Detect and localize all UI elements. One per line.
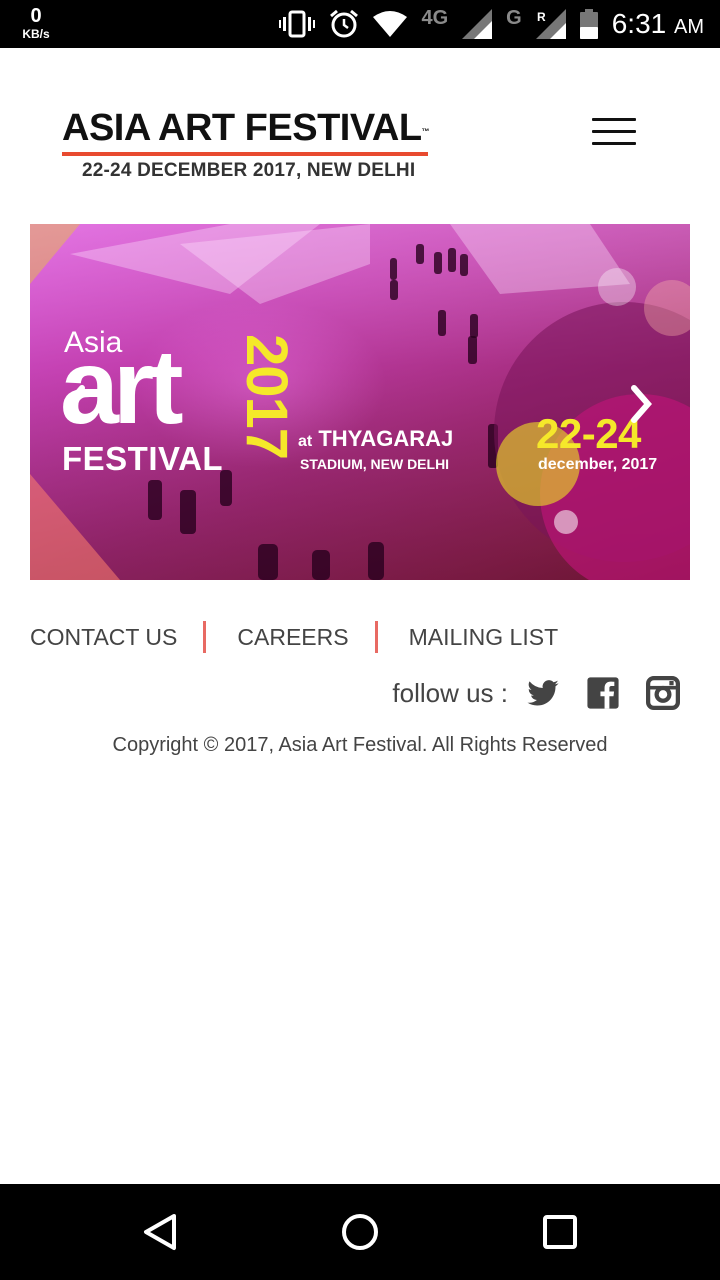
mailing-list-link[interactable]: MAILING LIST — [409, 624, 559, 651]
status-bar: 0 KB/s 4G G R 6:31 AM — [0, 0, 720, 48]
network-type-label: 4G — [421, 6, 449, 29]
battery-icon — [579, 9, 598, 39]
link-separator — [374, 621, 378, 653]
clock: 6:31 AM — [612, 8, 704, 40]
logo-title: ASIA ART FESTIVAL™ — [62, 108, 442, 148]
follow-us-label: follow us : — [392, 677, 508, 708]
data-rate-value: 0 — [30, 5, 42, 27]
data-rate-unit: KB/s — [22, 27, 50, 41]
banner-at: at — [298, 433, 313, 450]
banner-month-year: december, 2017 — [538, 456, 658, 473]
banner-venue: THYAGARAJ — [318, 426, 454, 451]
decor-triangle — [30, 224, 80, 284]
facebook-icon[interactable] — [586, 676, 620, 710]
menu-line — [592, 118, 636, 121]
banner-year: 2017 — [234, 334, 299, 460]
menu-line — [592, 142, 636, 145]
carousel-prev-icon[interactable] — [60, 384, 90, 424]
roaming-label: R — [537, 10, 546, 24]
recents-icon[interactable] — [536, 1208, 584, 1256]
carousel-next-icon[interactable] — [626, 384, 656, 424]
site-header: ASIA ART FESTIVAL™ 22-24 DECEMBER 2017, … — [0, 48, 720, 224]
logo-trademark: ™ — [421, 127, 430, 136]
home-icon[interactable] — [336, 1208, 384, 1256]
alarm-icon — [329, 9, 359, 39]
back-icon[interactable] — [136, 1208, 184, 1256]
vibrate-icon — [279, 10, 316, 38]
link-separator — [203, 621, 207, 653]
decor-triangle — [30, 474, 120, 580]
clock-time: 6:31 — [611, 8, 667, 39]
hero-banner[interactable]: Asia art FESTIVAL 2017 at THYAGARAJ STAD… — [30, 224, 690, 580]
wifi-icon — [373, 11, 408, 37]
signal-icon-1 — [462, 9, 493, 39]
data-rate-indicator: 0 KB/s — [18, 6, 54, 40]
copyright-text: Copyright © 2017, Asia Art Festival. All… — [112, 734, 608, 756]
follow-us: follow us : — [392, 672, 680, 714]
decor-dot — [554, 510, 578, 534]
contact-us-link[interactable]: CONTACT US — [30, 624, 177, 651]
menu-line — [592, 130, 636, 133]
twitter-icon[interactable] — [526, 676, 560, 710]
system-nav-bar — [0, 1184, 720, 1280]
logo-subtitle: 22-24 DECEMBER 2017, NEW DELHI — [82, 160, 416, 181]
menu-button[interactable] — [592, 118, 636, 148]
site-logo[interactable]: ASIA ART FESTIVAL™ 22-24 DECEMBER 2017, … — [62, 108, 442, 182]
banner-venue-location: STADIUM, NEW DELHI — [300, 456, 450, 472]
banner-venue-name: at THYAGARAJ — [298, 426, 453, 452]
logo-underline — [62, 152, 428, 156]
signal-icon-2: R — [535, 9, 566, 39]
banner-festival: FESTIVAL — [62, 440, 224, 477]
logo-title-text: ASIA ART FESTIVAL — [62, 107, 422, 149]
careers-link[interactable]: CAREERS — [237, 624, 348, 651]
network-type-label-2: G — [506, 6, 522, 29]
status-icons: 4G G R 6:31 AM — [279, 0, 704, 48]
footer-links: CONTACT US CAREERS MAILING LIST — [30, 620, 690, 654]
decor-dot — [598, 268, 636, 306]
clock-ampm: AM — [674, 16, 704, 38]
instagram-icon[interactable] — [646, 676, 680, 710]
